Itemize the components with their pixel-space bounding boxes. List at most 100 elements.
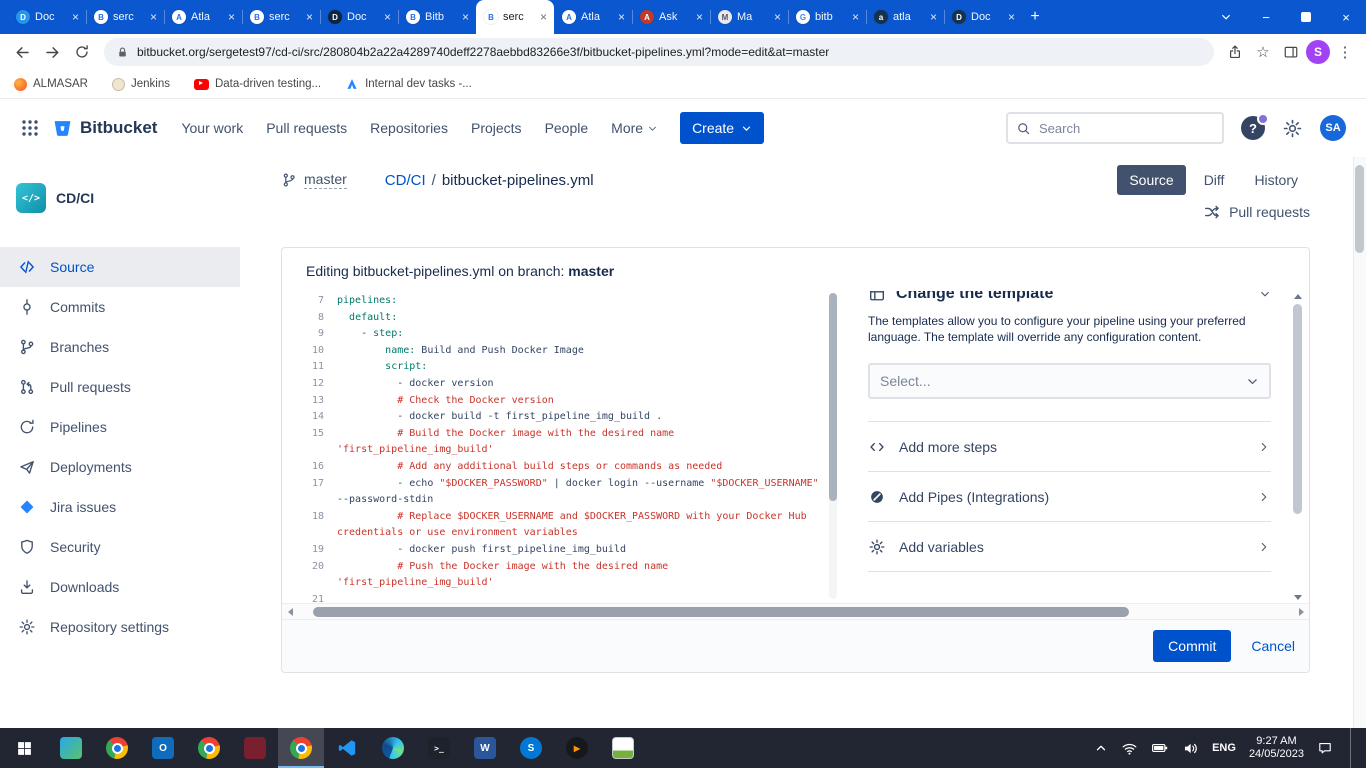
browser-tab[interactable]: AAtla× [164,0,242,34]
share-button[interactable] [1222,39,1248,65]
help-button[interactable]: ? [1241,116,1265,140]
tab-close-button[interactable]: × [1006,10,1017,24]
taskbar-item-chrome[interactable] [94,728,140,768]
horizontal-scroll-thumb[interactable] [313,607,1129,617]
nav-item-more[interactable]: More [611,120,658,136]
browser-tab[interactable]: BBitb× [398,0,476,34]
show-desktop-button[interactable] [1350,728,1356,768]
sidebar-item-downloads[interactable]: Downloads [0,567,240,607]
browser-tab[interactable]: AAtla× [554,0,632,34]
code-line[interactable]: 8 default: [286,310,838,327]
template-panel-header[interactable]: Change the template [868,291,1271,303]
code-line[interactable]: 18 # Replace $DOCKER_USERNAME and $DOCKE… [286,509,838,542]
tab-close-button[interactable]: × [148,10,159,24]
tab-close-button[interactable]: × [460,10,471,24]
tab-close-button[interactable]: × [694,10,705,24]
code-line[interactable]: 13 # Check the Docker version [286,393,838,410]
scroll-right-arrow[interactable] [1293,608,1309,616]
maximize-button[interactable] [1286,0,1326,34]
sidebar-item-security[interactable]: Security [0,527,240,567]
panel-action-add-variables[interactable]: Add variables [868,522,1271,572]
taskbar-item-outlook[interactable]: O [140,728,186,768]
code-line[interactable]: 9 - step: [286,326,838,343]
browser-tab[interactable]: Bserc× [476,0,554,34]
page-scrollbar[interactable] [1353,157,1366,729]
nav-item-your-work[interactable]: Your work [181,120,243,136]
nav-item-people[interactable]: People [545,120,589,136]
view-tab-history[interactable]: History [1242,165,1310,195]
taskbar-item-colored-app[interactable] [48,728,94,768]
bookmark-almasar[interactable]: ALMASAR [14,78,88,91]
code-line[interactable]: 17 - echo "$DOCKER_PASSWORD" | docker lo… [286,476,838,509]
panel-scrollbar[interactable] [1292,294,1303,600]
wifi-icon[interactable] [1121,740,1138,757]
browser-tab[interactable]: aatla× [866,0,944,34]
taskbar-item-chrome[interactable] [186,728,232,768]
tab-close-button[interactable]: × [226,10,237,24]
sidebar-item-branches[interactable]: Branches [0,327,240,367]
tab-close-button[interactable]: × [538,10,549,24]
minimize-button[interactable]: − [1246,0,1286,34]
global-search[interactable] [1006,112,1224,144]
taskbar-item-skype[interactable]: S [508,728,554,768]
commit-button[interactable]: Commit [1153,630,1231,662]
volume-icon[interactable] [1182,740,1199,757]
user-avatar[interactable]: SA [1320,115,1346,141]
code-line[interactable]: 20 # Push the Docker image with the desi… [286,559,838,592]
bookmark-jenkins[interactable]: Jenkins [112,78,170,91]
panel-action-add-more-steps[interactable]: Add more steps [868,422,1271,472]
action-center-icon[interactable] [1317,740,1333,756]
browser-profile-avatar[interactable]: S [1306,40,1330,64]
repo-header[interactable]: </> CD/CI [0,183,240,213]
tab-search-button[interactable] [1206,0,1246,34]
scroll-up-arrow[interactable] [1294,294,1302,299]
horizontal-scrollbar[interactable] [282,603,1309,619]
taskbar-item-terminal[interactable]: >_ [416,728,462,768]
code-vertical-scrollbar[interactable] [829,293,837,599]
tab-close-button[interactable]: × [382,10,393,24]
tab-close-button[interactable]: × [616,10,627,24]
tab-close-button[interactable]: × [928,10,939,24]
code-line[interactable]: 19 - docker push first_pipeline_img_buil… [286,542,838,559]
browser-tab[interactable]: DDoc× [8,0,86,34]
tab-close-button[interactable]: × [304,10,315,24]
code-line[interactable]: 11 script: [286,359,838,376]
tab-close-button[interactable]: × [850,10,861,24]
nav-item-repositories[interactable]: Repositories [370,120,448,136]
settings-gear-button[interactable] [1282,118,1303,139]
scroll-left-arrow[interactable] [282,608,298,616]
cancel-button[interactable]: Cancel [1251,638,1295,654]
app-switcher-button[interactable] [20,118,40,138]
browser-tab[interactable]: Bserc× [86,0,164,34]
sidebar-item-source[interactable]: Source [0,247,240,287]
sidebar-item-deployments[interactable]: Deployments [0,447,240,487]
bookmark-star-button[interactable]: ☆ [1250,39,1276,65]
start-button[interactable] [0,728,48,768]
browser-menu-button[interactable]: ⋮ [1332,39,1358,65]
side-panel-button[interactable] [1278,39,1304,65]
browser-tab[interactable]: MMa× [710,0,788,34]
breadcrumb-repo-link[interactable]: CD/CI [385,172,426,189]
code-line[interactable]: 21 [286,592,838,603]
taskbar-item-calc[interactable] [600,728,646,768]
taskbar-item-edge[interactable] [370,728,416,768]
view-tab-diff[interactable]: Diff [1192,165,1237,195]
tab-close-button[interactable]: × [772,10,783,24]
sidebar-item-jira-issues[interactable]: Jira issues [0,487,240,527]
bookmark-data-driven-testing[interactable]: Data-driven testing... [194,78,321,90]
code-line[interactable]: 14 - docker build -t first_pipeline_img_… [286,409,838,426]
page-scrollbar-thumb[interactable] [1355,165,1364,253]
search-input[interactable] [1037,120,1214,137]
battery-icon[interactable] [1151,739,1169,757]
code-line[interactable]: 15 # Build the Docker image with the des… [286,426,838,459]
panel-scroll-thumb[interactable] [1293,304,1302,514]
sidebar-item-repository-settings[interactable]: Repository settings [0,607,240,647]
sidebar-item-commits[interactable]: Commits [0,287,240,327]
sidebar-item-pull-requests[interactable]: Pull requests [0,367,240,407]
code-line[interactable]: 16 # Add any additional build steps or c… [286,459,838,476]
create-button[interactable]: Create [680,112,764,144]
bookmark-internal-dev-tasks[interactable]: Internal dev tasks -... [345,77,472,91]
nav-item-projects[interactable]: Projects [471,120,522,136]
back-button[interactable] [8,38,36,66]
clock[interactable]: 9:27 AM 24/05/2023 [1249,735,1304,761]
